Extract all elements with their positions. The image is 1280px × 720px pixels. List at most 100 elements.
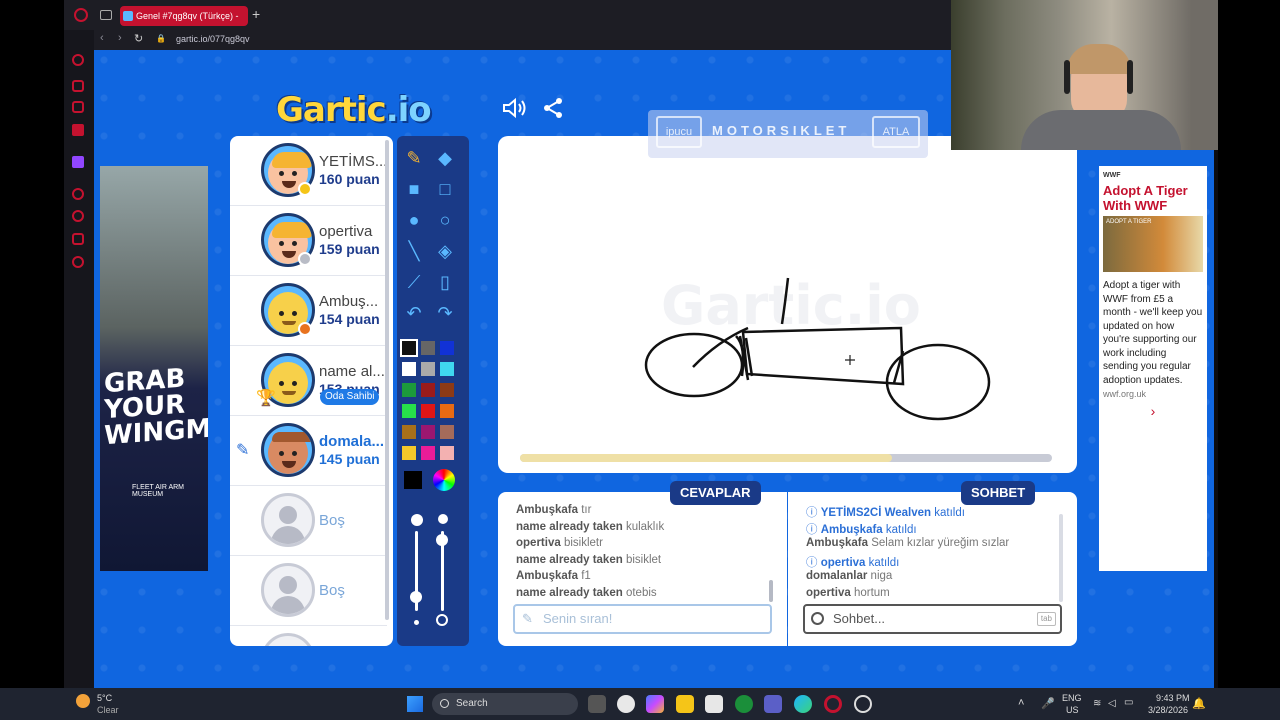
color-swatch[interactable] (421, 425, 435, 439)
chat-input[interactable]: Sohbet... tab (803, 604, 1062, 634)
player-row[interactable]: Ambuş... 154 puan (230, 276, 387, 346)
microphone-icon[interactable]: 🎤 (1041, 697, 1055, 710)
weather-temp[interactable]: 5°C (97, 693, 112, 703)
brush-size-knob[interactable] (410, 591, 422, 603)
opacity-knob[interactable] (436, 534, 448, 546)
player-icon[interactable] (72, 188, 84, 200)
color-swatch[interactable] (421, 362, 435, 376)
color-swatch[interactable] (402, 404, 416, 418)
ellipse-tool-icon[interactable]: ○ (433, 208, 457, 232)
color-swatch[interactable] (440, 362, 454, 376)
copilot-icon[interactable] (646, 695, 664, 713)
drawing-canvas[interactable]: Gartic.io (498, 136, 1077, 473)
language-bottom[interactable]: US (1066, 705, 1079, 715)
opera-taskbar-icon[interactable] (824, 695, 842, 713)
weather-moon-icon[interactable] (76, 694, 90, 708)
sound-icon[interactable] (502, 97, 528, 119)
line-tool-icon[interactable]: ╲ (402, 239, 426, 263)
settings-icon[interactable] (72, 256, 84, 268)
back-icon[interactable]: ‹ (100, 32, 104, 44)
hint-button[interactable]: ipucu (656, 116, 702, 148)
shopping-icon[interactable] (72, 80, 84, 92)
dell-icon[interactable] (617, 695, 635, 713)
reload-icon[interactable]: ↻ (134, 32, 143, 45)
twitch-icon[interactable] (72, 156, 84, 168)
color-swatch[interactable] (421, 446, 435, 460)
color-swatch[interactable] (421, 383, 435, 397)
color-swatch[interactable] (402, 383, 416, 397)
player-row[interactable]: 🏆 name al... 153 puan (230, 346, 387, 416)
clock-time[interactable]: 9:43 PM (1156, 693, 1190, 703)
task-view-icon[interactable] (588, 695, 606, 713)
color-picker-icon[interactable] (433, 469, 455, 491)
edge-icon[interactable] (794, 695, 812, 713)
ad-image[interactable]: ADOPT A TIGER (1103, 216, 1203, 272)
filled-ellipse-tool-icon[interactable]: ● (402, 208, 426, 232)
games-icon[interactable] (72, 101, 84, 113)
ad-chevron-icon[interactable]: › (1103, 403, 1203, 419)
wifi-icon[interactable]: ≋ (1093, 698, 1101, 709)
tab-active[interactable]: Genel #7qg8qv (Türkçe) - (120, 6, 248, 26)
chevron-up-icon[interactable]: ˄ (1018, 697, 1024, 709)
color-swatch[interactable] (440, 341, 454, 355)
chat-scrollbar[interactable] (1059, 514, 1063, 602)
search-label: Search (456, 698, 488, 709)
notification-bell-icon[interactable]: 🔔 (1192, 697, 1206, 710)
selected-color-swatch[interactable] (402, 469, 424, 491)
redo-tool-icon[interactable]: ↷ (433, 301, 457, 325)
player-row[interactable]: YETİMS... 160 puan (230, 136, 387, 206)
store-icon[interactable] (705, 695, 723, 713)
rectangle-tool-icon[interactable]: □ (433, 177, 457, 201)
eraser-tool-icon[interactable]: ◆ (433, 146, 457, 170)
volume-icon[interactable]: ◁ (1108, 698, 1116, 709)
new-tab-button[interactable]: + (252, 6, 260, 22)
color-swatch[interactable] (400, 339, 418, 357)
xbox-icon[interactable] (735, 695, 753, 713)
eyedropper-tool-icon[interactable]: ⟋ (402, 270, 426, 294)
color-swatch[interactable] (421, 404, 435, 418)
answer-input[interactable]: ✎ Senin sıran! (513, 604, 772, 634)
color-swatch[interactable] (440, 446, 454, 460)
share-icon[interactable] (542, 97, 564, 119)
chatgpt-icon[interactable] (854, 695, 872, 713)
tab-menu-icon[interactable] (100, 10, 112, 20)
language-top[interactable]: ENG (1062, 693, 1082, 703)
music-icon[interactable] (72, 124, 84, 136)
right-ad[interactable]: WWF Adopt A Tiger With WWF ADOPT A TIGER… (1099, 166, 1207, 571)
color-swatch[interactable] (440, 404, 454, 418)
teams-icon[interactable] (764, 695, 782, 713)
undo-tool-icon[interactable]: ↶ (402, 301, 426, 325)
fill-tool-icon[interactable]: ◈ (433, 239, 457, 263)
windows-start-icon[interactable] (407, 696, 423, 712)
weather-desc[interactable]: Clear (97, 705, 119, 715)
opera-icon[interactable] (74, 8, 88, 22)
new-page-tool-icon[interactable]: ▯ (433, 270, 457, 294)
left-ad[interactable]: GRAB YOUR WINGMAN FLEET AIR ARM MUSEUM (100, 166, 208, 571)
player-row[interactable]: opertiva 159 puan (230, 206, 387, 276)
file-explorer-icon[interactable] (676, 695, 694, 713)
ad-headline[interactable]: Adopt A Tiger With WWF (1103, 183, 1203, 213)
color-swatch[interactable] (440, 425, 454, 439)
clock-date[interactable]: 3/28/2026 (1148, 705, 1188, 715)
player-row-drawing[interactable]: ✎ domala... 145 puan (230, 416, 387, 486)
chat-bubble-icon (811, 612, 824, 625)
skip-button[interactable]: ATLA (872, 116, 920, 148)
answers-scrollbar[interactable] (769, 580, 773, 602)
ad-link[interactable]: wwf.org.uk (1103, 389, 1203, 399)
extensions-icon[interactable] (72, 233, 84, 245)
battery-icon[interactable]: ▭ (1124, 697, 1133, 708)
filled-rectangle-tool-icon[interactable]: ■ (402, 177, 426, 201)
history-icon[interactable] (72, 210, 84, 222)
color-swatch[interactable] (402, 425, 416, 439)
color-swatch[interactable] (421, 341, 435, 355)
pencil-tool-icon[interactable]: ✎ (402, 146, 426, 170)
taskbar-search[interactable]: Search (432, 693, 578, 715)
color-swatch[interactable] (402, 362, 416, 376)
players-scrollbar[interactable] (385, 140, 389, 620)
messenger-icon[interactable] (72, 54, 84, 66)
url-text[interactable]: gartic.io/077qg8qv (176, 34, 250, 44)
forward-icon[interactable]: › (118, 32, 122, 44)
color-swatch[interactable] (440, 383, 454, 397)
color-swatch[interactable] (402, 446, 416, 460)
gartic-logo[interactable]: Gartic.io (276, 90, 436, 130)
